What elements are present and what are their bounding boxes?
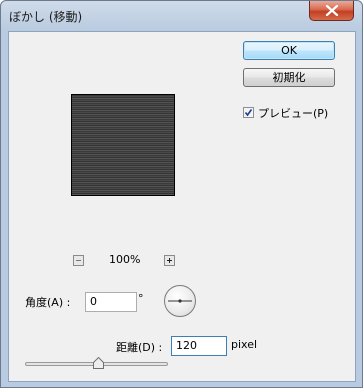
angle-dial-line — [168, 299, 192, 303]
checkmark-icon — [244, 109, 253, 117]
dialog-title: ぼかし (移動) — [9, 10, 83, 24]
reset-button[interactable]: 初期化 — [243, 68, 335, 87]
preview-label[interactable]: プレビュー(P) — [258, 105, 328, 121]
distance-slider-thumb[interactable] — [93, 356, 104, 372]
distance-unit: pixel — [231, 338, 258, 351]
zoom-out-button[interactable] — [73, 255, 84, 266]
distance-label: 距離(D) : — [116, 341, 163, 354]
angle-unit: ° — [138, 292, 144, 305]
slider-thumb-icon — [93, 356, 104, 369]
close-button[interactable] — [309, 1, 354, 21]
angle-dial[interactable] — [164, 285, 196, 317]
ok-button[interactable]: OK — [243, 41, 335, 60]
zoom-level: 100% — [109, 253, 141, 266]
motion-blur-dialog: ぼかし (移動) OK 初期化 プレビュー(P) 100% 角度(A) : 0 … — [0, 0, 363, 388]
dialog-body: OK 初期化 プレビュー(P) 100% 角度(A) : 0 ° 距離(D) :… — [8, 31, 356, 382]
distance-input[interactable]: 120 — [171, 336, 227, 356]
zoom-in-button[interactable] — [164, 255, 175, 266]
blur-preview-image[interactable] — [71, 94, 175, 196]
angle-input[interactable]: 0 — [85, 292, 137, 312]
close-icon — [325, 5, 339, 16]
angle-label: 角度(A) : — [25, 296, 71, 309]
title-bar[interactable]: ぼかし (移動) — [1, 1, 362, 31]
preview-checkbox[interactable] — [243, 107, 254, 118]
